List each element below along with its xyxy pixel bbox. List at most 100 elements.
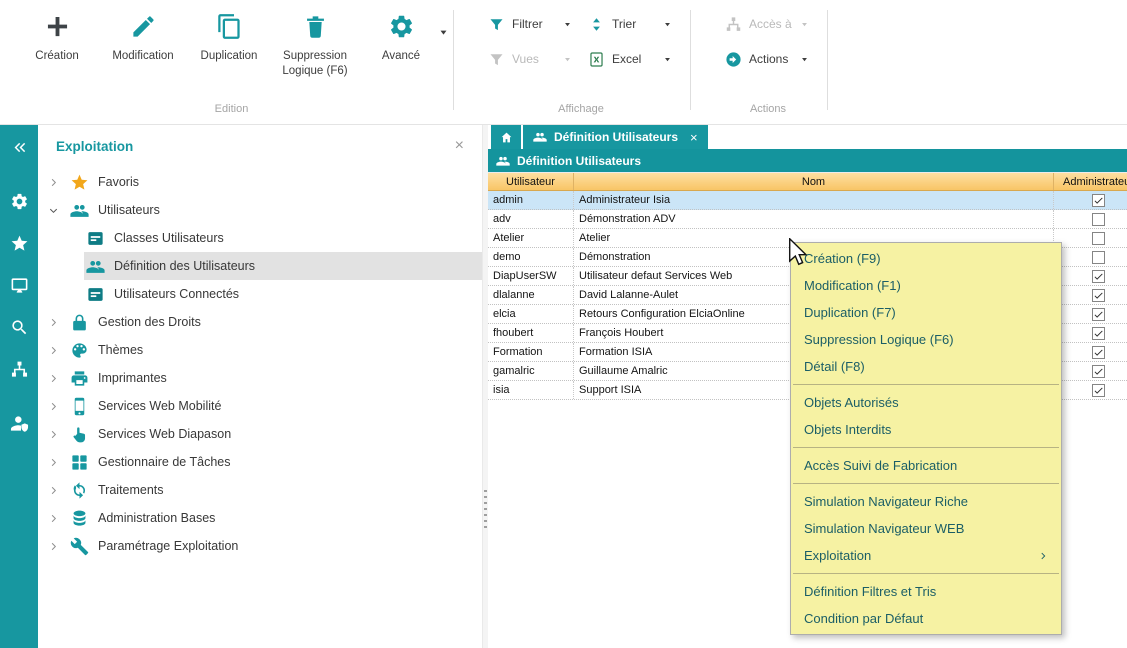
admin-checkbox[interactable] [1092,213,1105,226]
context-menu-item-definition-filtres-et-tris[interactable]: Définition Filtres et Tris [791,578,1061,605]
ribbon-button-excel[interactable]: Excel [588,50,674,68]
admin-checkbox[interactable] [1092,346,1105,359]
admin-checkbox[interactable] [1092,289,1105,302]
context-menu-item-exploitation[interactable]: Exploitation [791,542,1061,569]
tree-item-definition-des-utilisateurs[interactable]: Définition des Utilisateurs [38,252,482,280]
tree-item-inner: Administration Bases [68,504,482,532]
admin-checkbox[interactable] [1092,232,1105,245]
ribbon-button-label: Suppression Logique (F6) [272,49,358,79]
panel-icon [86,285,105,304]
ribbon-button-vues[interactable]: Vues [488,50,574,68]
column-header-0[interactable]: Utilisateur [488,173,574,190]
ribbon-button-trier[interactable]: Trier [588,15,674,33]
tree-expand-toggle[interactable] [48,177,68,188]
tree-item-utilisateurs[interactable]: Utilisateurs [38,196,482,224]
context-menu-item-modification[interactable]: Modification (F1) [791,272,1061,299]
cell-text: DiapUserSW [493,270,557,282]
activity-workstation-button[interactable] [0,264,38,306]
ribbon-button-avance[interactable]: Avancé [358,4,444,64]
tree-item-utilisateurs-connectes[interactable]: Utilisateurs Connectés [38,280,482,308]
column-header-1[interactable]: Nom [574,173,1054,190]
tree-item-classes-utilisateurs[interactable]: Classes Utilisateurs [38,224,482,252]
tree-item-gestionnaire-de-taches[interactable]: Gestionnaire de Tâches [38,448,482,476]
tab-close-icon[interactable]: × [690,130,698,145]
activity-settings-button[interactable] [0,180,38,222]
tree-item-traitements[interactable]: Traitements [38,476,482,504]
activity-hierarchy-button[interactable] [0,348,38,390]
panel-splitter[interactable] [483,125,488,648]
tree-item-gestion-des-droits[interactable]: Gestion des Droits [38,308,482,336]
activity-collapse-button[interactable] [0,132,38,162]
table-row-admin[interactable]: adminAdministrateur Isia [488,191,1127,210]
column-header-2[interactable]: Administrateur [1054,173,1127,190]
context-menu-item-objets-autorises[interactable]: Objets Autorisés [791,389,1061,416]
check-icon [1093,290,1104,301]
context-menu-item-condition-par-defaut[interactable]: Condition par Défaut [791,605,1061,632]
activity-users-button[interactable] [0,402,38,444]
chevron-right-icon [48,429,59,440]
caret-down-icon [438,27,449,38]
ribbon-dropdown-avance[interactable] [438,27,449,38]
ribbon-button-modification[interactable]: Modification [100,4,186,64]
tree-expand-toggle[interactable] [48,485,68,496]
tree-item-favoris[interactable]: Favoris [38,168,482,196]
cell-user: isia [488,381,574,399]
admin-checkbox[interactable] [1092,251,1105,264]
tree-item-themes[interactable]: Thèmes [38,336,482,364]
admin-checkbox[interactable] [1092,384,1105,397]
tree-expand-toggle[interactable] [48,373,68,384]
admin-checkbox[interactable] [1092,194,1105,207]
context-menu-item-acces-suivi-de-fabrication[interactable]: Accès Suivi de Fabrication [791,452,1061,479]
ribbon-group-edition: CréationModificationDuplicationSuppressi… [8,0,453,124]
tree-item-label: Traitements [98,483,164,497]
menu-item-label: Définition Filtres et Tris [804,584,936,599]
column-header-label: Utilisateur [506,176,555,188]
nav-close-icon[interactable]: × [449,138,470,154]
menu-item-label: Simulation Navigateur Riche [804,494,968,509]
tree-expand-toggle[interactable] [48,205,68,216]
ribbon-bigwrap-suppression-logique: Suppression Logique (F6) [272,4,358,79]
tree-item-inner: Services Web Mobilité [68,392,482,420]
tree-expand-toggle[interactable] [48,429,68,440]
ribbon-button-duplication[interactable]: Duplication [186,4,272,64]
table-row-adv[interactable]: advDémonstration ADV [488,210,1127,229]
context-menu-item-duplication[interactable]: Duplication (F7) [791,299,1061,326]
tree-expand-toggle[interactable] [48,541,68,552]
activity-favorites-button[interactable] [0,222,38,264]
context-menu-item-objets-interdits[interactable]: Objets Interdits [791,416,1061,443]
tree-item-services-web-diapason[interactable]: Services Web Diapason [38,420,482,448]
tree-item-services-web-mobilite[interactable]: Services Web Mobilité [38,392,482,420]
tree-item-inner: Imprimantes [68,364,482,392]
ribbon-button-actions[interactable]: Actions [725,50,811,68]
ribbon-button-filtrer[interactable]: Filtrer [488,15,574,33]
ribbon-button-suppression-logique[interactable]: Suppression Logique (F6) [272,4,358,79]
activity-search-button[interactable] [0,306,38,348]
tree-expand-toggle[interactable] [48,457,68,468]
tree-item-label: Gestion des Droits [98,315,201,329]
tree-item-label: Gestionnaire de Tâches [98,455,231,469]
tree-item-administration-bases[interactable]: Administration Bases [38,504,482,532]
lock-icon [70,313,89,332]
cell-admin [1054,267,1127,285]
tree-expand-toggle[interactable] [48,317,68,328]
tree-item-imprimantes[interactable]: Imprimantes [38,364,482,392]
admin-checkbox[interactable] [1092,327,1105,340]
tab-home[interactable] [491,125,521,149]
context-menu-item-simulation-navigateur-riche[interactable]: Simulation Navigateur Riche [791,488,1061,515]
context-menu-item-suppression-logique[interactable]: Suppression Logique (F6) [791,326,1061,353]
admin-checkbox[interactable] [1092,308,1105,321]
tree-item-parametrage-exploitation[interactable]: Paramétrage Exploitation [38,532,482,560]
context-menu-item-simulation-navigateur-web[interactable]: Simulation Navigateur WEB [791,515,1061,542]
chevron-right-icon [48,485,59,496]
tree-expand-toggle[interactable] [48,345,68,356]
cell-text: Guillaume Amalric [579,365,668,377]
ribbon-button-creation[interactable]: Création [14,4,100,64]
tree-expand-toggle[interactable] [48,513,68,524]
ribbon-button-acces-a[interactable]: Accès à [725,15,811,33]
context-menu-item-creation[interactable]: Création (F9) [791,245,1061,272]
context-menu-item-detail[interactable]: Détail (F8) [791,353,1061,380]
tree-expand-toggle[interactable] [48,401,68,412]
tab-definition-utilisateurs[interactable]: Définition Utilisateurs × [523,125,708,149]
admin-checkbox[interactable] [1092,270,1105,283]
admin-checkbox[interactable] [1092,365,1105,378]
